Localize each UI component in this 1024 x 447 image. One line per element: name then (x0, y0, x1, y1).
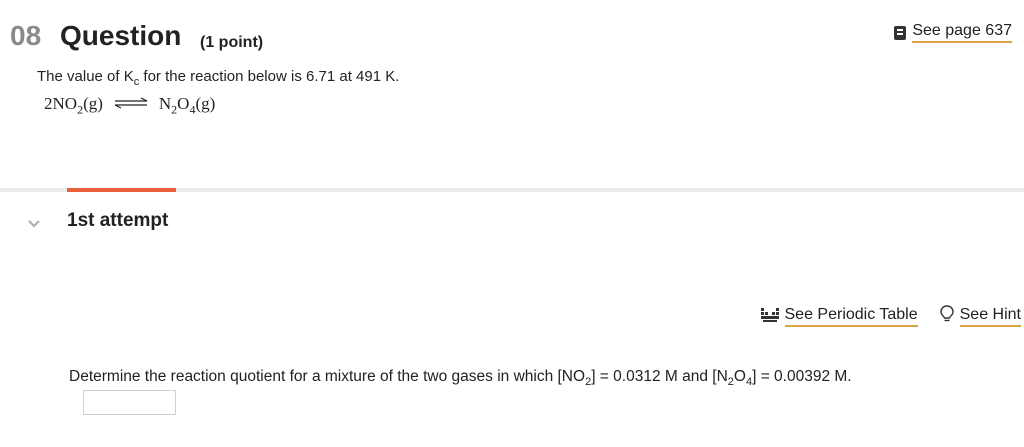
question-text: The value of Kc for the reaction below i… (37, 68, 399, 88)
prompt-part2: ] = 0.0312 M and [N (591, 368, 728, 385)
equilibrium-arrow-icon (113, 94, 149, 114)
attempt-progress-bar (67, 188, 176, 192)
reactant-state: (g) (83, 94, 103, 113)
prompt-part4: ] = 0.00392 M. (752, 368, 852, 385)
answer-input[interactable] (83, 390, 176, 415)
periodic-table-label[interactable]: See Periodic Table (784, 306, 918, 327)
see-page-link[interactable]: See page 637 (894, 22, 1012, 43)
chevron-down-icon[interactable] (26, 216, 42, 232)
periodic-table-link[interactable]: See Periodic Table (760, 306, 918, 327)
attempt-label: 1st attempt (67, 210, 169, 231)
lightbulb-icon (939, 305, 954, 328)
product-formula-o: O (177, 94, 190, 113)
periodic-table-icon (760, 306, 779, 327)
tools-bar: See Periodic Table See Hint (760, 305, 1021, 328)
question-text-part2: for the reaction below is 6.71 at 491 K. (139, 68, 400, 85)
question-prompt: Determine the reaction quotient for a mi… (69, 368, 852, 388)
question-text-part1: The value of K (37, 68, 134, 85)
reactant-formula: 2NO (44, 94, 78, 113)
question-points: (1 point) (200, 34, 264, 51)
question-title: Question (60, 20, 182, 51)
reaction-equation: 2NO2(g) N2O4(g) (44, 94, 215, 117)
hint-link[interactable]: See Hint (939, 305, 1021, 328)
prompt-part1: Determine the reaction quotient for a mi… (69, 368, 586, 385)
see-page-label[interactable]: See page 637 (912, 22, 1012, 43)
product-formula-n: N (158, 94, 172, 113)
product-state: (g) (195, 94, 216, 113)
book-icon (894, 25, 907, 40)
hint-label[interactable]: See Hint (959, 306, 1021, 327)
prompt-part3: O (733, 368, 746, 385)
question-number: 08 (10, 20, 42, 51)
